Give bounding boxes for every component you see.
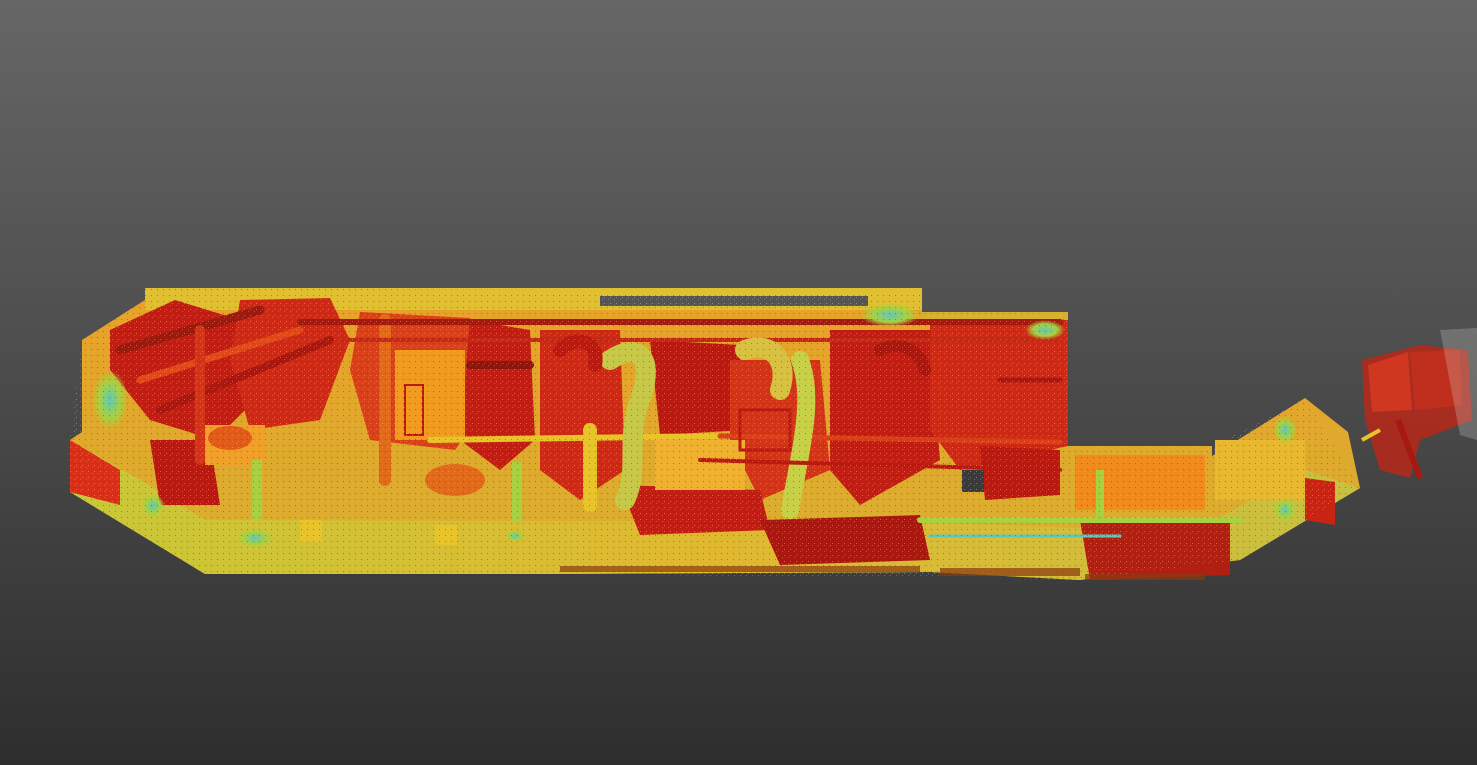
point-fragment-right [1361,328,1477,480]
scan-noise [70,288,1360,580]
3d-viewport[interactable] [0,0,1477,765]
point-cloud-render[interactable] [0,0,1477,765]
